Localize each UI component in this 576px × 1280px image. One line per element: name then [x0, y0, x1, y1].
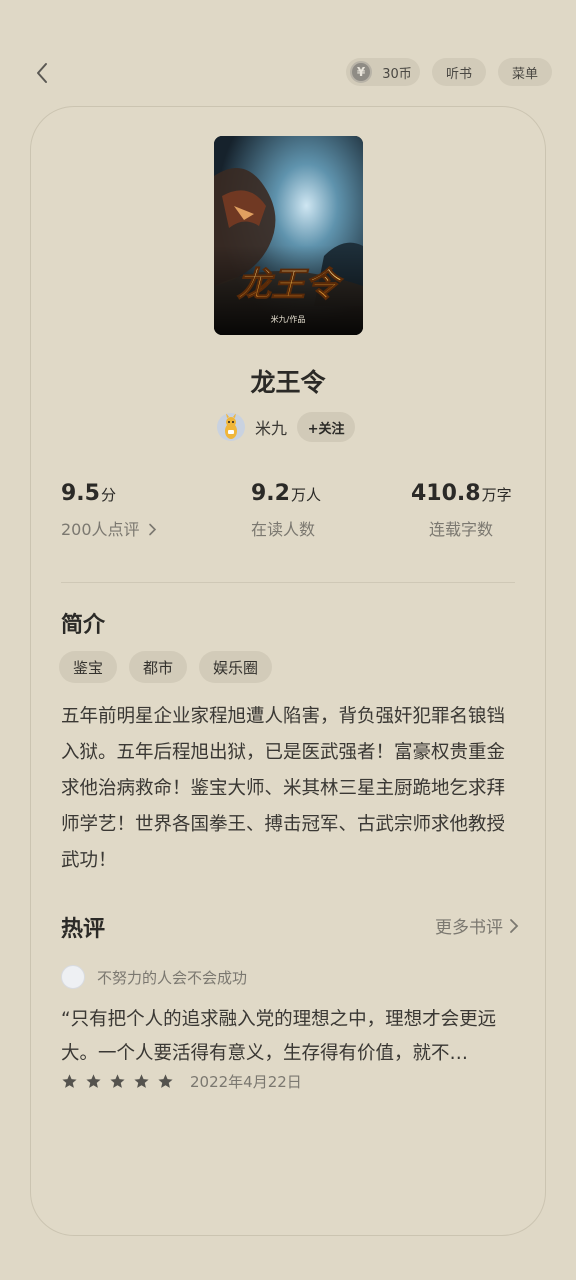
- review-meta: 2022年4月22日: [61, 1071, 302, 1092]
- menu-label: 菜单: [511, 66, 538, 82]
- author-avatar[interactable]: [217, 413, 245, 441]
- tag-list: 鉴宝 都市 娱乐圈: [59, 651, 273, 683]
- chevron-right-icon: [148, 523, 156, 536]
- hot-reviews-heading: 热评: [61, 917, 106, 942]
- menu-button[interactable]: 菜单: [498, 58, 552, 86]
- tag-chip[interactable]: 娱乐圈: [199, 651, 273, 683]
- review-text[interactable]: “只有把个人的追求融入党的理想之中，理想才会更远大。一个人要活得有意义，生存得有…: [61, 1003, 523, 1071]
- chevron-right-icon: [510, 918, 519, 933]
- intro-heading: 简介: [61, 613, 106, 638]
- wordcount-label: 连载字数: [429, 520, 494, 539]
- author-row: 米九 +关注: [217, 411, 356, 443]
- coins-button[interactable]: ¥ 30币: [346, 58, 420, 86]
- star-icon: [86, 1074, 101, 1088]
- stats-row: 9.5分 200人点评 9.2万人 在读人数 410.8万字 连载字数: [31, 481, 545, 551]
- star-rating: [61, 1073, 174, 1090]
- readers-label: 在读人数: [251, 520, 316, 539]
- rating-stat[interactable]: 9.5分 200人点评: [61, 481, 157, 540]
- rating-count: 200人点评: [61, 516, 157, 540]
- book-detail-card: 龙王令 米九/作品 龙王令 米九 +关注 9.5分 200人点评 9.2万人 在…: [30, 106, 546, 1236]
- review-date: 2022年4月22日: [190, 1073, 302, 1091]
- rating-value: 9.5分: [61, 481, 116, 506]
- reviewer-name: 不努力的人会不会成功: [97, 968, 248, 987]
- tag-chip[interactable]: 都市: [129, 651, 188, 683]
- readers-stat: 9.2万人 在读人数: [251, 481, 321, 540]
- cover-credit: 米九/作品: [271, 314, 306, 324]
- star-icon: [110, 1074, 125, 1088]
- wordcount-stat: 410.8万字 连载字数: [411, 481, 512, 540]
- more-reviews-label: 更多书评: [435, 918, 503, 938]
- intro-text: 五年前明星企业家程旭遭人陷害，背负强奸犯罪名锒铛入狱。五年后程旭出狱，已是医武强…: [61, 706, 506, 871]
- cover-title-art: 龙王令: [237, 265, 344, 305]
- follow-button[interactable]: +关注: [297, 412, 356, 442]
- star-icon: [134, 1074, 149, 1088]
- star-icon: [158, 1074, 173, 1088]
- book-title: 龙王令: [250, 368, 326, 397]
- listen-button[interactable]: 听书: [432, 58, 486, 86]
- reviewer-row[interactable]: 不努力的人会不会成功: [61, 965, 247, 989]
- reviewer-avatar: [61, 965, 85, 989]
- back-button[interactable]: [30, 60, 54, 86]
- kangaroo-avatar-icon: [225, 413, 237, 439]
- more-reviews-link[interactable]: 更多书评: [435, 913, 519, 938]
- star-icon: [62, 1074, 77, 1088]
- coin-icon: ¥: [350, 61, 372, 83]
- divider: [61, 582, 515, 583]
- follow-label: +关注: [307, 421, 345, 437]
- chevron-left-icon: [37, 63, 47, 83]
- listen-label: 听书: [445, 66, 472, 82]
- author-name[interactable]: 米九: [255, 415, 287, 439]
- book-cover[interactable]: 龙王令 米九/作品: [214, 136, 363, 335]
- wordcount-value: 410.8万字: [411, 481, 512, 506]
- coins-label: 30币: [382, 66, 412, 82]
- readers-value: 9.2万人: [251, 481, 321, 506]
- tag-chip[interactable]: 鉴宝: [59, 651, 118, 683]
